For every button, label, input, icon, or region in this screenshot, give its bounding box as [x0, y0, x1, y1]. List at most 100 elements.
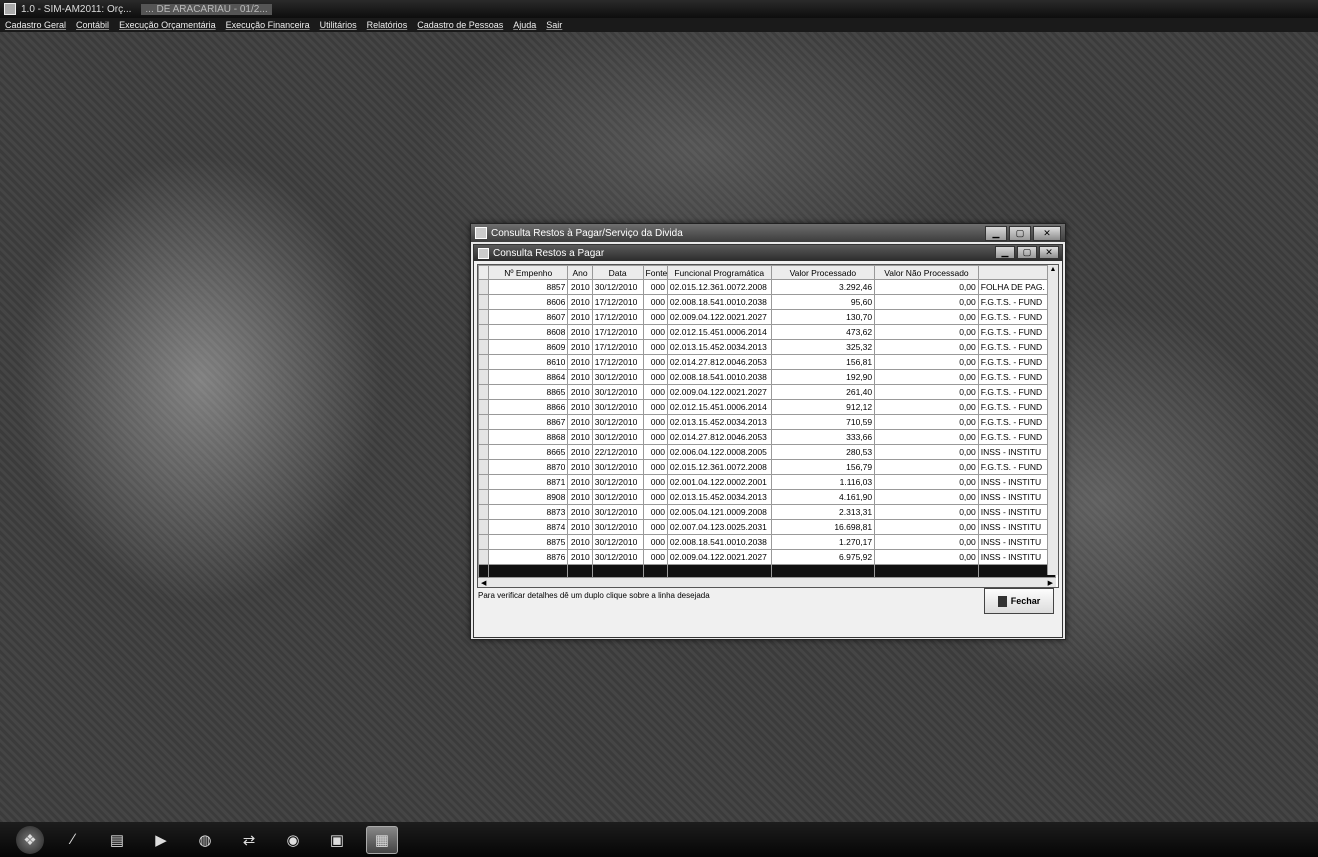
table-cell: 17/12/2010: [591, 309, 644, 325]
table-cell: 2010: [567, 489, 593, 505]
table-row[interactable]: 8873 2010 30/12/2010 000 02.005.04.121.0009.…: [478, 504, 1057, 520]
column-header[interactable]: Ano: [567, 265, 593, 280]
table-row[interactable]: 8908 2010 30/12/2010 000 02.013.15.452.0034.…: [478, 489, 1057, 505]
explorer-icon[interactable]: ▤: [102, 827, 132, 853]
close-icon[interactable]: ✕: [1039, 246, 1059, 259]
table-cell: F.G.T.S. - FUND: [977, 354, 1057, 370]
display-icon[interactable]: ◉: [278, 827, 308, 853]
row-indicator[interactable]: [478, 549, 490, 565]
horizontal-scrollbar[interactable]: ◀ ▶: [478, 577, 1056, 587]
table-row[interactable]: 8866 2010 30/12/2010 000 02.012.15.451.0006.…: [478, 399, 1057, 415]
row-indicator[interactable]: [478, 309, 490, 325]
column-header[interactable]: Valor Processado: [770, 265, 876, 280]
inner-window-titlebar[interactable]: Consulta Restos a Pagar ▁ ▢ ✕: [474, 245, 1062, 261]
menu-contabil[interactable]: Contábil: [71, 20, 114, 30]
menu-ajuda[interactable]: Ajuda: [508, 20, 541, 30]
table-cell: INSS - INSTITU: [977, 534, 1057, 550]
row-indicator[interactable]: [478, 354, 490, 370]
row-indicator[interactable]: [478, 504, 490, 520]
table-row[interactable]: 8607 2010 17/12/2010 000 02.009.04.122.0021.…: [478, 309, 1057, 325]
row-indicator[interactable]: [478, 294, 490, 310]
table-cell: 0,00: [874, 549, 979, 565]
table-row[interactable]: 8606 2010 17/12/2010 000 02.008.18.541.0010.…: [478, 294, 1057, 310]
maximize-icon[interactable]: ▢: [1009, 226, 1031, 241]
column-header[interactable]: Data: [591, 265, 644, 280]
table-cell: 8873: [488, 504, 569, 520]
row-indicator[interactable]: [478, 369, 490, 385]
column-header[interactable]: Nº Empenho: [488, 265, 569, 280]
table-row[interactable]: 8857 2010 30/12/2010 000 02.015.12.361.0072.…: [478, 279, 1057, 295]
minimize-icon[interactable]: ▁: [985, 226, 1007, 241]
scroll-right-icon[interactable]: ▶: [1048, 579, 1053, 587]
table-cell: 333,66: [770, 429, 876, 445]
column-header[interactable]: Valor Não Processado: [874, 265, 979, 280]
scroll-up-icon[interactable]: ▲: [1048, 265, 1058, 275]
table-cell: 000: [642, 354, 668, 370]
pen-icon[interactable]: ∕: [58, 827, 88, 853]
notepad-icon[interactable]: ▦: [366, 825, 398, 854]
minimize-icon[interactable]: ▁: [995, 246, 1015, 259]
start-orb-icon[interactable]: ❖: [16, 825, 44, 854]
table-cell: 0,00: [874, 429, 979, 445]
row-indicator[interactable]: [478, 489, 490, 505]
row-indicator[interactable]: [478, 324, 490, 340]
row-indicator[interactable]: [478, 384, 490, 400]
row-indicator[interactable]: [478, 279, 490, 295]
scroll-left-icon[interactable]: ◀: [481, 579, 486, 587]
table-row[interactable]: 8864 2010 30/12/2010 000 02.008.18.541.0010.…: [478, 369, 1057, 385]
table-row[interactable]: 8665 2010 22/12/2010 000 02.006.04.122.0008.…: [478, 444, 1057, 460]
close-button[interactable]: Fechar: [984, 588, 1054, 614]
table-cell: F.G.T.S. - FUND: [977, 339, 1057, 355]
outer-window-titlebar[interactable]: Consulta Restos à Pagar/Serviço da Divid…: [471, 224, 1065, 242]
table-cell: 156,79: [770, 459, 876, 475]
column-header[interactable]: Funcional Programática: [666, 265, 772, 280]
restos-divida-window: Consulta Restos à Pagar/Serviço da Divid…: [470, 223, 1066, 640]
row-indicator[interactable]: [478, 414, 490, 430]
table-row[interactable]: 8609 2010 17/12/2010 000 02.013.15.452.0034.…: [478, 339, 1057, 355]
globe-icon[interactable]: ◍: [190, 827, 220, 853]
table-row[interactable]: 8868 2010 30/12/2010 000 02.014.27.812.0046.…: [478, 429, 1057, 445]
table-row[interactable]: 8874 2010 30/12/2010 000 02.007.04.123.0025.…: [478, 519, 1057, 535]
row-indicator[interactable]: [478, 444, 490, 460]
table-cell: 02.005.04.121.0009.2008: [666, 504, 772, 520]
table-cell: 17/12/2010: [591, 354, 644, 370]
table-row[interactable]: 8871 2010 30/12/2010 000 02.001.04.122.0002.…: [478, 474, 1057, 490]
table-row[interactable]: 8870 2010 30/12/2010 000 02.015.12.361.0072.…: [478, 459, 1057, 475]
row-indicator[interactable]: [478, 459, 490, 475]
table-cell: 4.161,90: [770, 489, 876, 505]
menu-cadastro-geral[interactable]: Cadastro Geral: [0, 20, 71, 30]
row-indicator[interactable]: [478, 474, 490, 490]
maximize-icon[interactable]: ▢: [1017, 246, 1037, 259]
window-icon[interactable]: ▣: [322, 827, 352, 853]
table-cell: 30/12/2010: [591, 474, 644, 490]
table-cell: 2010: [567, 519, 593, 535]
menu-cadastro-pessoas[interactable]: Cadastro de Pessoas: [412, 20, 508, 30]
column-header[interactable]: [977, 265, 1057, 280]
row-indicator[interactable]: [478, 399, 490, 415]
media-icon[interactable]: ▶: [146, 827, 176, 853]
table-row[interactable]: 8875 2010 30/12/2010 000 02.008.18.541.0010.…: [478, 534, 1057, 550]
network-icon[interactable]: ⇄: [234, 827, 264, 853]
table-cell: 0,00: [874, 384, 979, 400]
menu-execucao-financeira[interactable]: Execução Financeira: [221, 20, 315, 30]
table-row[interactable]: 8865 2010 30/12/2010 000 02.009.04.122.0021.…: [478, 384, 1057, 400]
table-row[interactable]: 8608 2010 17/12/2010 000 02.012.15.451.0006.…: [478, 324, 1057, 340]
menu-utilitarios[interactable]: Utilitários: [315, 20, 362, 30]
row-indicator[interactable]: [478, 429, 490, 445]
vertical-scrollbar[interactable]: ▲: [1047, 265, 1058, 575]
menu-execucao-orcamentaria[interactable]: Execução Orçamentária: [114, 20, 221, 30]
table-cell: 8875: [488, 534, 569, 550]
row-indicator[interactable]: [478, 534, 490, 550]
menu-relatorios[interactable]: Relatórios: [362, 20, 413, 30]
menu-sair[interactable]: Sair: [541, 20, 567, 30]
close-icon[interactable]: ✕: [1033, 226, 1061, 241]
table-cell: 0,00: [874, 354, 979, 370]
restos-grid[interactable]: Nº Empenho Ano Data Fonte Funcional Prog…: [477, 264, 1059, 588]
column-header[interactable]: Fonte: [642, 265, 668, 280]
table-row[interactable]: 8867 2010 30/12/2010 000 02.013.15.452.0034.…: [478, 414, 1057, 430]
row-indicator[interactable]: [478, 519, 490, 535]
table-row[interactable]: 8876 2010 30/12/2010 000 02.009.04.122.0021.…: [478, 549, 1057, 565]
row-indicator[interactable]: [478, 339, 490, 355]
table-row[interactable]: 8610 2010 17/12/2010 000 02.014.27.812.0046.…: [478, 354, 1057, 370]
table-cell: 000: [642, 279, 668, 295]
